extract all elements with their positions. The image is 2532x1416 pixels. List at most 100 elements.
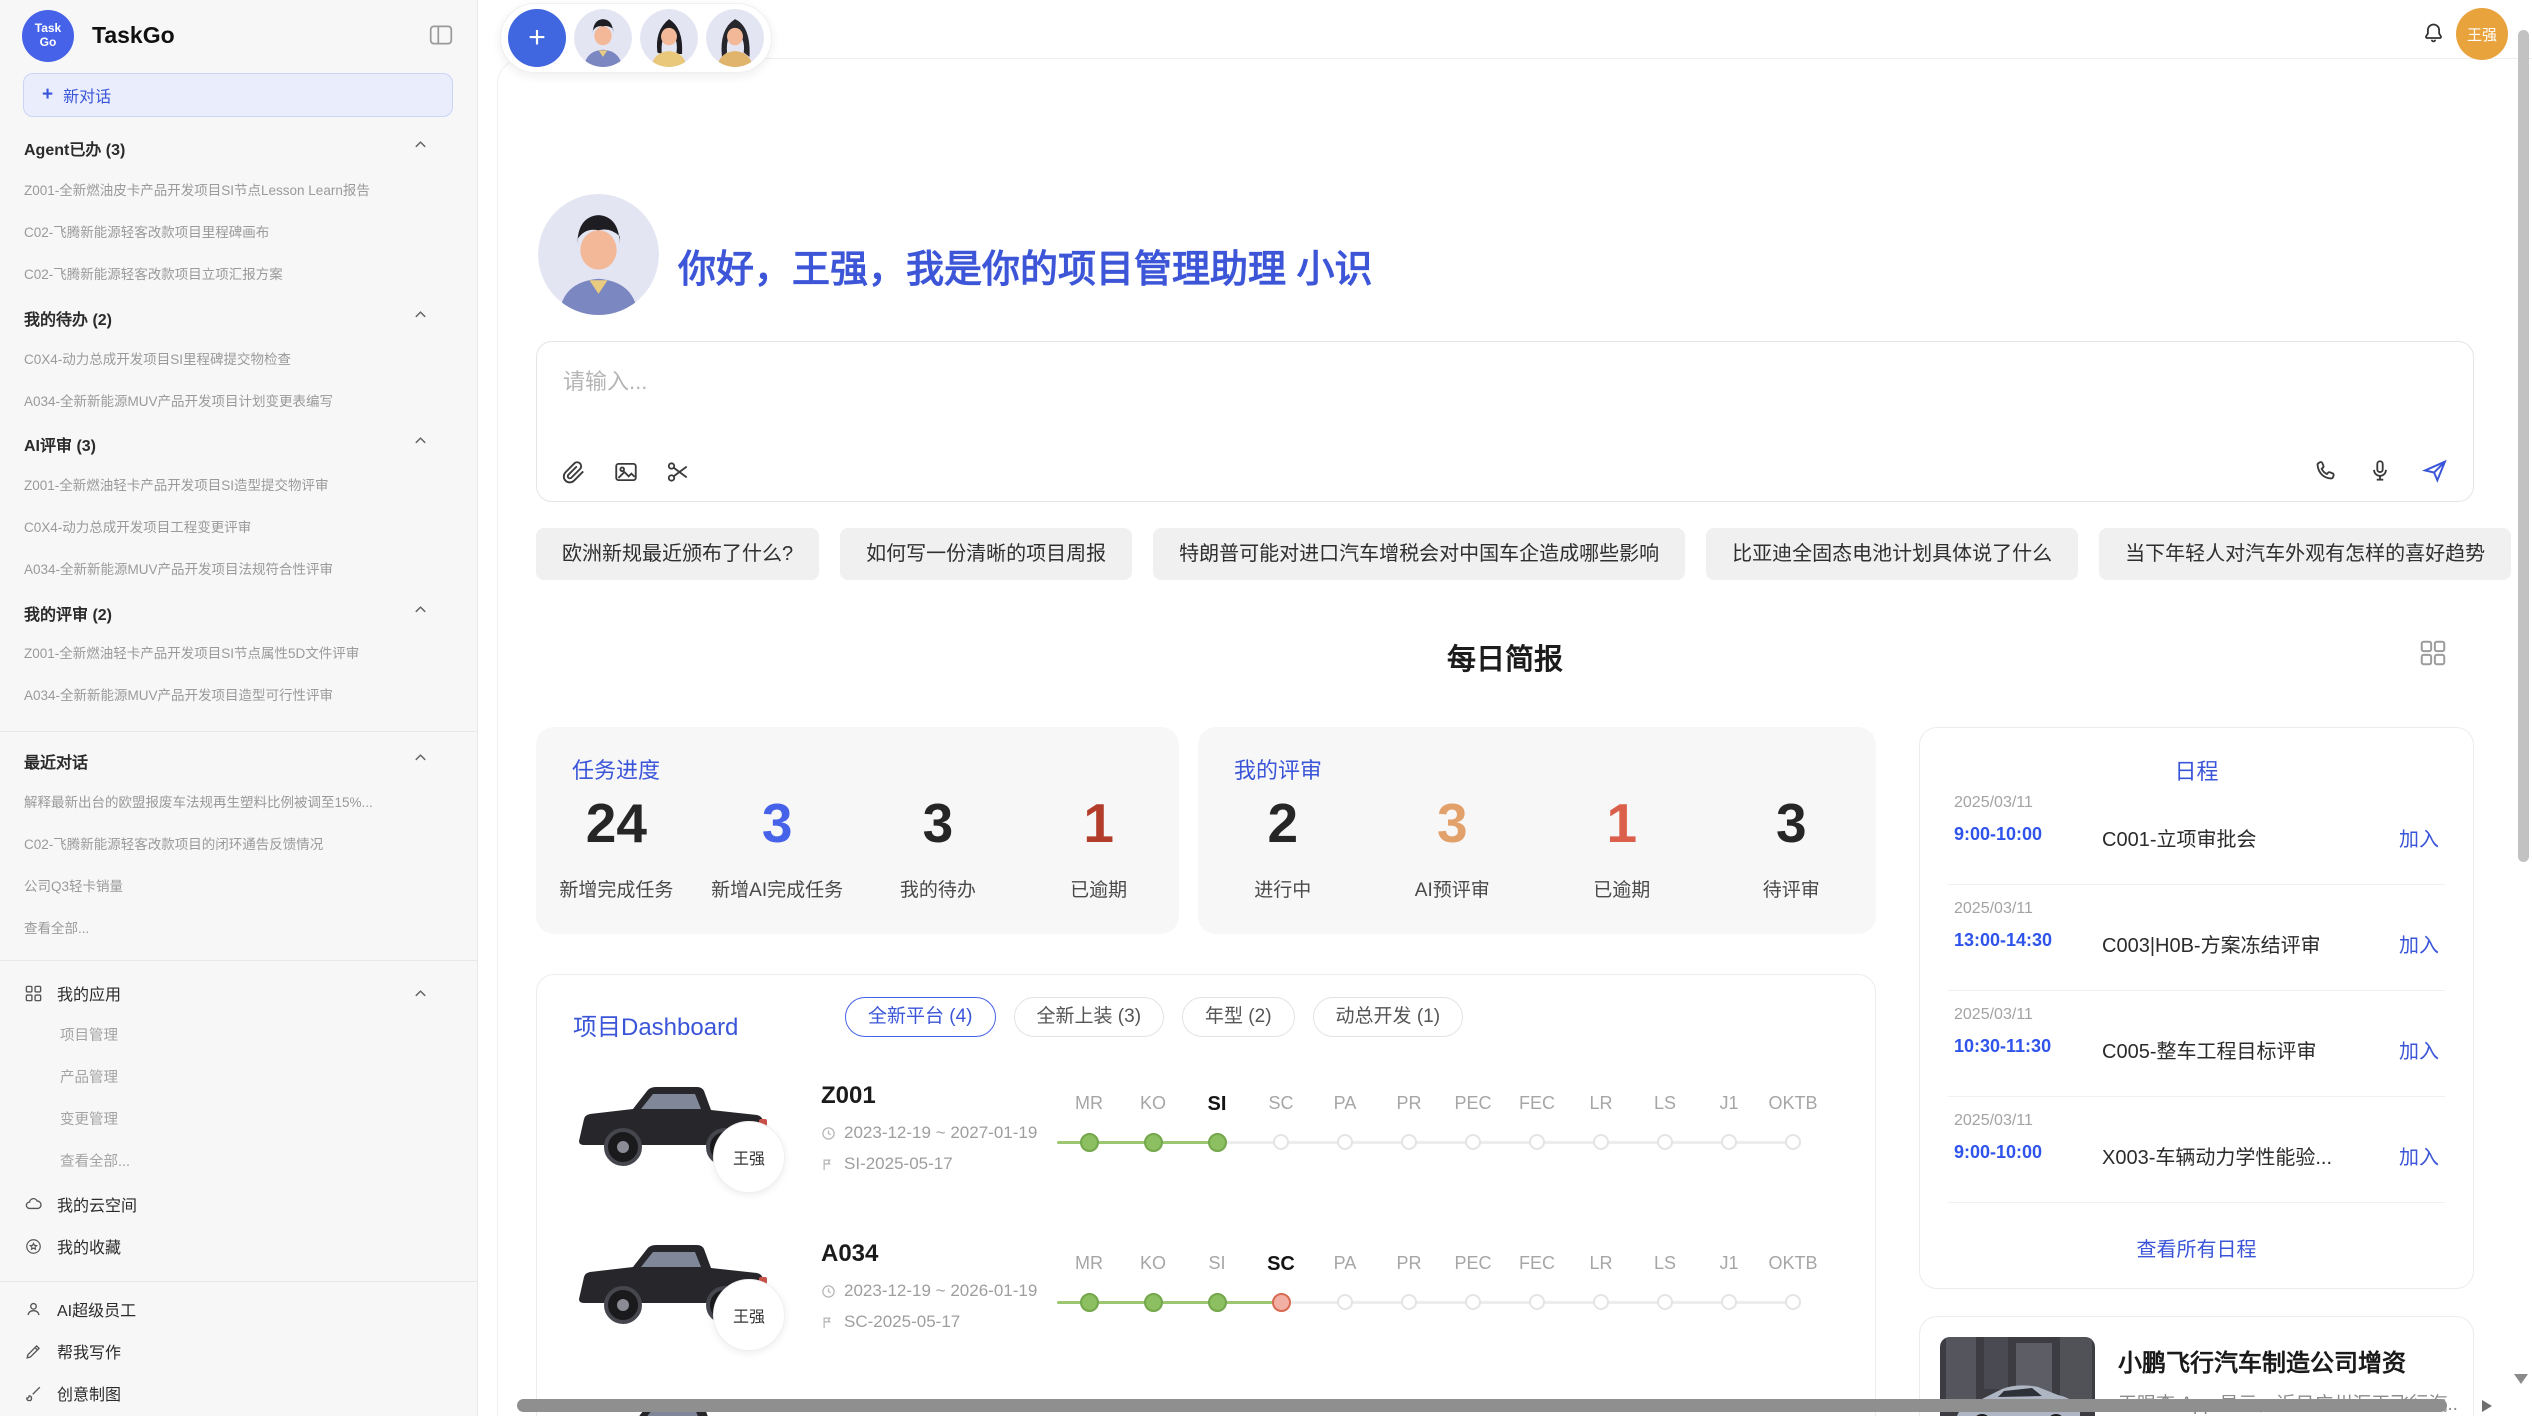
filter-pill[interactable]: 动总开发 (1) — [1313, 997, 1464, 1037]
image-icon[interactable] — [613, 459, 639, 485]
conversation-item[interactable]: Z001-全新燃油皮卡产品开发项目SI节点Lesson Learn报告 — [24, 179, 454, 199]
milestone-dot — [1721, 1294, 1737, 1310]
conversation-item[interactable]: Z001-全新燃油轻卡产品开发项目SI造型提交物评审 — [24, 474, 454, 494]
send-icon[interactable] — [2421, 457, 2449, 485]
user-avatar-label: 王强 — [2467, 24, 2497, 45]
sidebar-collapse-icon[interactable] — [428, 22, 454, 48]
filter-pill[interactable]: 全新平台 (4) — [845, 997, 996, 1037]
section-my-todo[interactable]: 我的待办 (2) — [24, 306, 454, 330]
chevron-up-icon[interactable] — [413, 308, 428, 320]
milestone-dot — [1657, 1294, 1673, 1310]
new-chat-button[interactable]: + 新对话 — [23, 73, 453, 117]
schedule-card: 日程 2025/03/11 9:00-10:00 C001-立项审批会 加入 2… — [1919, 727, 2474, 1289]
milestone-dot — [1401, 1134, 1417, 1150]
phone-icon[interactable] — [2313, 458, 2339, 484]
sidebar-item-creative-drawing[interactable]: 创意制图 — [24, 1381, 454, 1405]
suggestion-chip[interactable]: 特朗普可能对进口汽车增税会对中国车企造成哪些影响 — [1153, 528, 1685, 580]
suggestion-chip[interactable]: 当下年轻人对汽车外观有怎样的喜好趋势 — [2099, 528, 2511, 580]
card-title: 任务进度 — [572, 753, 660, 785]
milestone-dot — [1529, 1134, 1545, 1150]
section-label: 我的评审 (2) — [24, 607, 112, 624]
vertical-scrollbar-thumb[interactable] — [2518, 30, 2529, 862]
filter-pill[interactable]: 全新上装 (3) — [1014, 997, 1165, 1037]
stats-row: 24 新增完成任务 3 新增AI完成任务 3 我的待办 1 已逾期 — [536, 791, 1179, 902]
sidebar-item-my-apps[interactable]: 我的应用 — [24, 981, 454, 1005]
microphone-icon[interactable] — [2367, 458, 2393, 484]
view-all-apps-link[interactable]: 查看全部... — [60, 1150, 490, 1171]
owner-name: 王强 — [733, 1303, 765, 1327]
suggestion-chip[interactable]: 如何写一份清晰的项目周报 — [840, 528, 1132, 580]
join-link[interactable]: 加入 — [2399, 1141, 2439, 1170]
conversation-item[interactable]: C0X4-动力总成开发项目SI里程碑提交物检查 — [24, 348, 454, 368]
stat-label: 新增完成任务 — [536, 875, 697, 902]
sidebar-item-write-helper[interactable]: 帮我写作 — [24, 1339, 454, 1363]
filter-pill[interactable]: 年型 (2) — [1182, 997, 1295, 1037]
chevron-up-icon[interactable] — [413, 434, 428, 446]
schedule-title: 日程 — [1920, 754, 2473, 786]
notification-bell-icon[interactable] — [2420, 20, 2447, 47]
conversation-item[interactable]: 公司Q3轻卡销量 — [24, 875, 454, 895]
divider — [0, 731, 477, 732]
chevron-up-icon[interactable] — [413, 987, 428, 999]
schedule-date: 2025/03/11 — [1954, 794, 2033, 812]
join-link[interactable]: 加入 — [2399, 1035, 2439, 1064]
section-recent-chats[interactable]: 最近对话 — [24, 749, 454, 773]
chat-input[interactable] — [561, 362, 2265, 436]
add-session-button[interactable]: + — [508, 9, 566, 67]
milestone-label: SC — [1249, 1093, 1313, 1114]
session-avatar[interactable] — [706, 9, 764, 67]
section-my-review[interactable]: 我的评审 (2) — [24, 601, 454, 625]
app-link-change-mgmt[interactable]: 变更管理 — [60, 1108, 490, 1129]
layout-grid-icon[interactable] — [2418, 638, 2448, 668]
stat-value: 24 — [536, 791, 697, 855]
conversation-item[interactable]: A034-全新新能源MUV产品开发项目造型可行性评审 — [24, 684, 454, 704]
sidebar-item-cloud-space[interactable]: 我的云空间 — [24, 1192, 454, 1216]
app-link-project-mgmt[interactable]: 项目管理 — [60, 1024, 490, 1045]
conversation-item[interactable]: A034-全新新能源MUV产品开发项目计划变更表编写 — [24, 390, 454, 410]
attach-icon[interactable] — [561, 459, 587, 485]
stat-value: 2 — [1198, 791, 1368, 855]
session-avatar[interactable] — [574, 9, 632, 67]
milestone-dot — [1144, 1293, 1163, 1312]
milestone-dot — [1721, 1134, 1737, 1150]
conversation-item[interactable]: C0X4-动力总成开发项目工程变更评审 — [24, 516, 454, 536]
scroll-right-arrow[interactable] — [2482, 1400, 2492, 1412]
section-agent-done[interactable]: Agent已办 (3) — [24, 136, 454, 160]
sidebar-item-ai-employee[interactable]: AI超级员工 — [24, 1297, 454, 1321]
conversation-item[interactable]: C02-飞腾新能源轻客改款项目的闭环通告反馈情况 — [24, 833, 454, 853]
session-avatar[interactable] — [640, 9, 698, 67]
chevron-up-icon[interactable] — [413, 603, 428, 615]
user-avatar[interactable]: 王强 — [2456, 8, 2508, 60]
conversation-item[interactable]: C02-飞腾新能源轻客改款项目立项汇报方案 — [24, 263, 454, 283]
join-link[interactable]: 加入 — [2399, 929, 2439, 958]
view-all-schedule-link[interactable]: 查看所有日程 — [1920, 1233, 2473, 1262]
suggestion-chip[interactable]: 比亚迪全固态电池计划具体说了什么 — [1706, 528, 2078, 580]
chevron-up-icon[interactable] — [413, 751, 428, 763]
logo-line-2: Go — [40, 36, 57, 50]
person-icon — [24, 1300, 43, 1319]
milestone-dot — [1593, 1294, 1609, 1310]
view-all-chats-link[interactable]: 查看全部... — [24, 917, 454, 937]
stat-value: 3 — [858, 791, 1019, 855]
conversation-item[interactable]: C02-飞腾新能源轻客改款项目里程碑画布 — [24, 221, 454, 241]
schedule-item: 2025/03/11 13:00-14:30 C003|H0B-方案冻结评审 加… — [1920, 900, 2473, 1006]
section-ai-review[interactable]: AI评审 (3) — [24, 432, 454, 456]
sidebar-item-favorites[interactable]: 我的收藏 — [24, 1234, 454, 1258]
conversation-item[interactable]: A034-全新新能源MUV产品开发项目法规符合性评审 — [24, 558, 454, 578]
milestone-dot — [1144, 1133, 1163, 1152]
scroll-down-arrow[interactable] — [2514, 1374, 2528, 1384]
app-link-product-mgmt[interactable]: 产品管理 — [60, 1066, 490, 1087]
scissors-icon[interactable] — [665, 459, 691, 485]
horizontal-scrollbar-thumb[interactable] — [517, 1399, 2447, 1412]
conversation-item[interactable]: Z001-全新燃油轻卡产品开发项目SI节点属性5D文件评审 — [24, 642, 454, 662]
chevron-up-icon[interactable] — [413, 138, 428, 150]
conversation-item[interactable]: 解释最新出台的欧盟报废车法规再生塑料比例被调至15%... — [24, 791, 454, 811]
join-link[interactable]: 加入 — [2399, 823, 2439, 852]
schedule-time: 10:30-11:30 — [1954, 1036, 2051, 1057]
logo-line-1: Task — [35, 22, 61, 36]
stat: 3 AI预评审 — [1368, 791, 1538, 902]
milestone-label: KO — [1121, 1093, 1185, 1114]
brush-icon — [24, 1384, 43, 1403]
owner-badge: 王强 — [713, 1279, 785, 1351]
suggestion-chip[interactable]: 欧洲新规最近颁布了什么? — [536, 528, 819, 580]
